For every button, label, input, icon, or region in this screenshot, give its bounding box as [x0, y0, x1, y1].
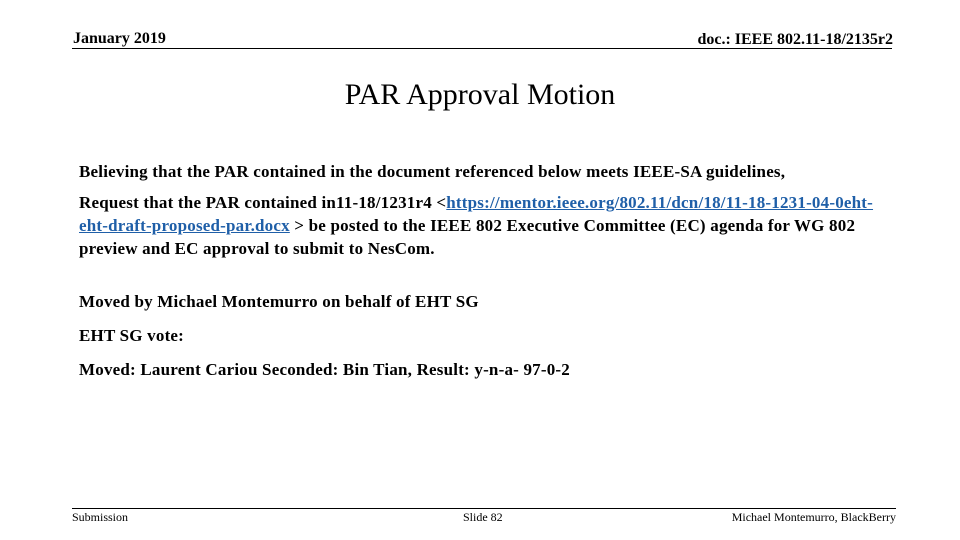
- slide-title: PAR Approval Motion: [344, 78, 616, 111]
- moved-by-line: Moved by Michael Montemurro on behalf of…: [79, 292, 479, 311]
- request-paragraph: Request that the PAR contained in11-18/1…: [79, 191, 899, 260]
- belief-paragraph: Believing that the PAR contained in the …: [79, 162, 786, 181]
- footer-author: Michael Montemurro, BlackBerry: [731, 510, 896, 524]
- footer-submission: Submission: [72, 510, 129, 524]
- slide-body: Believing that the PAR contained in the …: [79, 160, 899, 392]
- footer-divider: [72, 508, 896, 509]
- request-prefix: Request that the PAR contained in11-18/1…: [79, 193, 447, 212]
- footer-slide-number: Slide 82: [463, 510, 503, 524]
- header-date: January 2019: [73, 30, 166, 47]
- vote-label: EHT SG vote:: [79, 326, 185, 345]
- header-doc-id: doc.: IEEE 802.11-18/2135r2: [697, 31, 893, 48]
- header-divider: [72, 48, 892, 49]
- vote-result: Moved: Laurent Cariou Seconded: Bin Tian…: [79, 360, 570, 379]
